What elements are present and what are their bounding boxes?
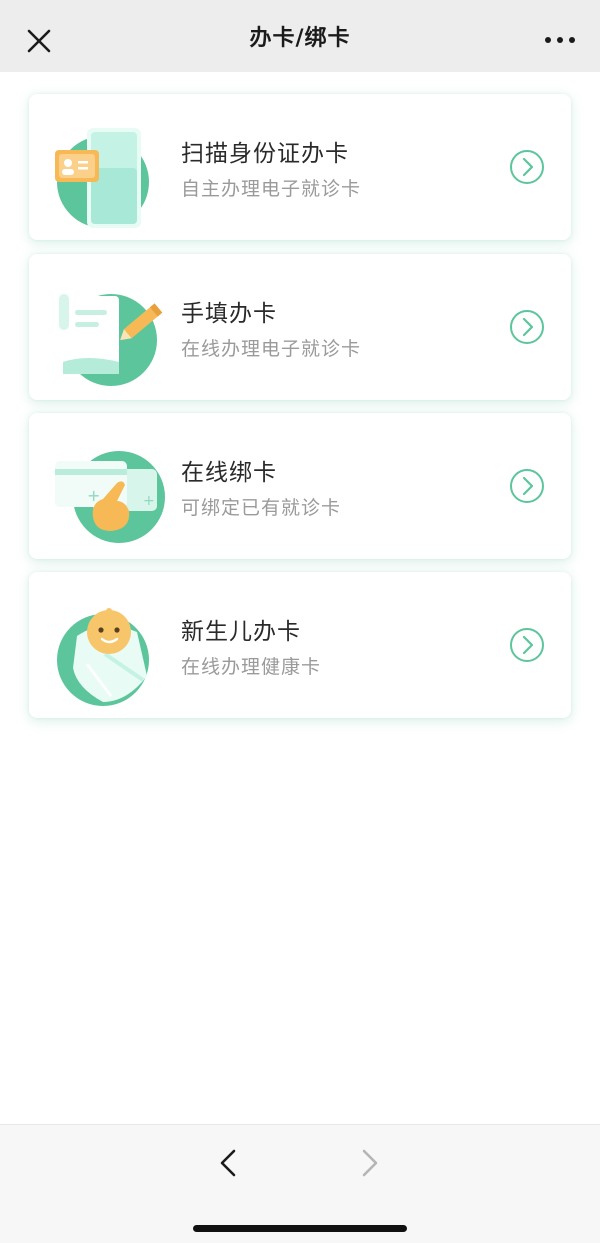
top-bar: 办卡/绑卡 [0, 0, 600, 72]
svg-text:+: + [143, 493, 155, 509]
card-scan-id[interactable]: 扫描身份证办卡 自主办理电子就诊卡 [29, 94, 571, 240]
card-title: 新生儿办卡 [181, 619, 301, 645]
bottom-navigation-bar [0, 1124, 600, 1243]
card-title: 在线绑卡 [181, 460, 277, 486]
form-pencil-icon [59, 294, 163, 386]
home-indicator [193, 1225, 407, 1232]
card-subtitle: 可绑定已有就诊卡 [181, 497, 342, 519]
more-icon[interactable] [540, 27, 580, 51]
page-title: 办卡/绑卡 [249, 26, 351, 51]
card-title: 扫描身份证办卡 [181, 141, 349, 167]
chevron-right-circle-icon[interactable] [509, 468, 545, 504]
id-card-scan-icon [55, 128, 149, 228]
card-hand-icon: + + [55, 451, 165, 543]
card-newborn[interactable]: 新生儿办卡 在线办理健康卡 [29, 572, 571, 718]
card-subtitle: 自主办理电子就诊卡 [181, 178, 362, 200]
chevron-right-circle-icon[interactable] [509, 627, 545, 663]
card-subtitle: 在线办理健康卡 [181, 656, 322, 678]
back-arrow-icon[interactable] [212, 1145, 248, 1181]
baby-icon [57, 608, 149, 706]
card-title: 手填办卡 [181, 301, 277, 327]
card-subtitle: 在线办理电子就诊卡 [181, 338, 362, 360]
card-online-bind[interactable]: + + 在线绑卡 可绑定已有就诊卡 [29, 413, 571, 559]
card-manual-fill[interactable]: 手填办卡 在线办理电子就诊卡 [29, 254, 571, 400]
forward-arrow-icon[interactable] [352, 1145, 388, 1181]
chevron-right-circle-icon[interactable] [509, 309, 545, 345]
chevron-right-circle-icon[interactable] [509, 149, 545, 185]
